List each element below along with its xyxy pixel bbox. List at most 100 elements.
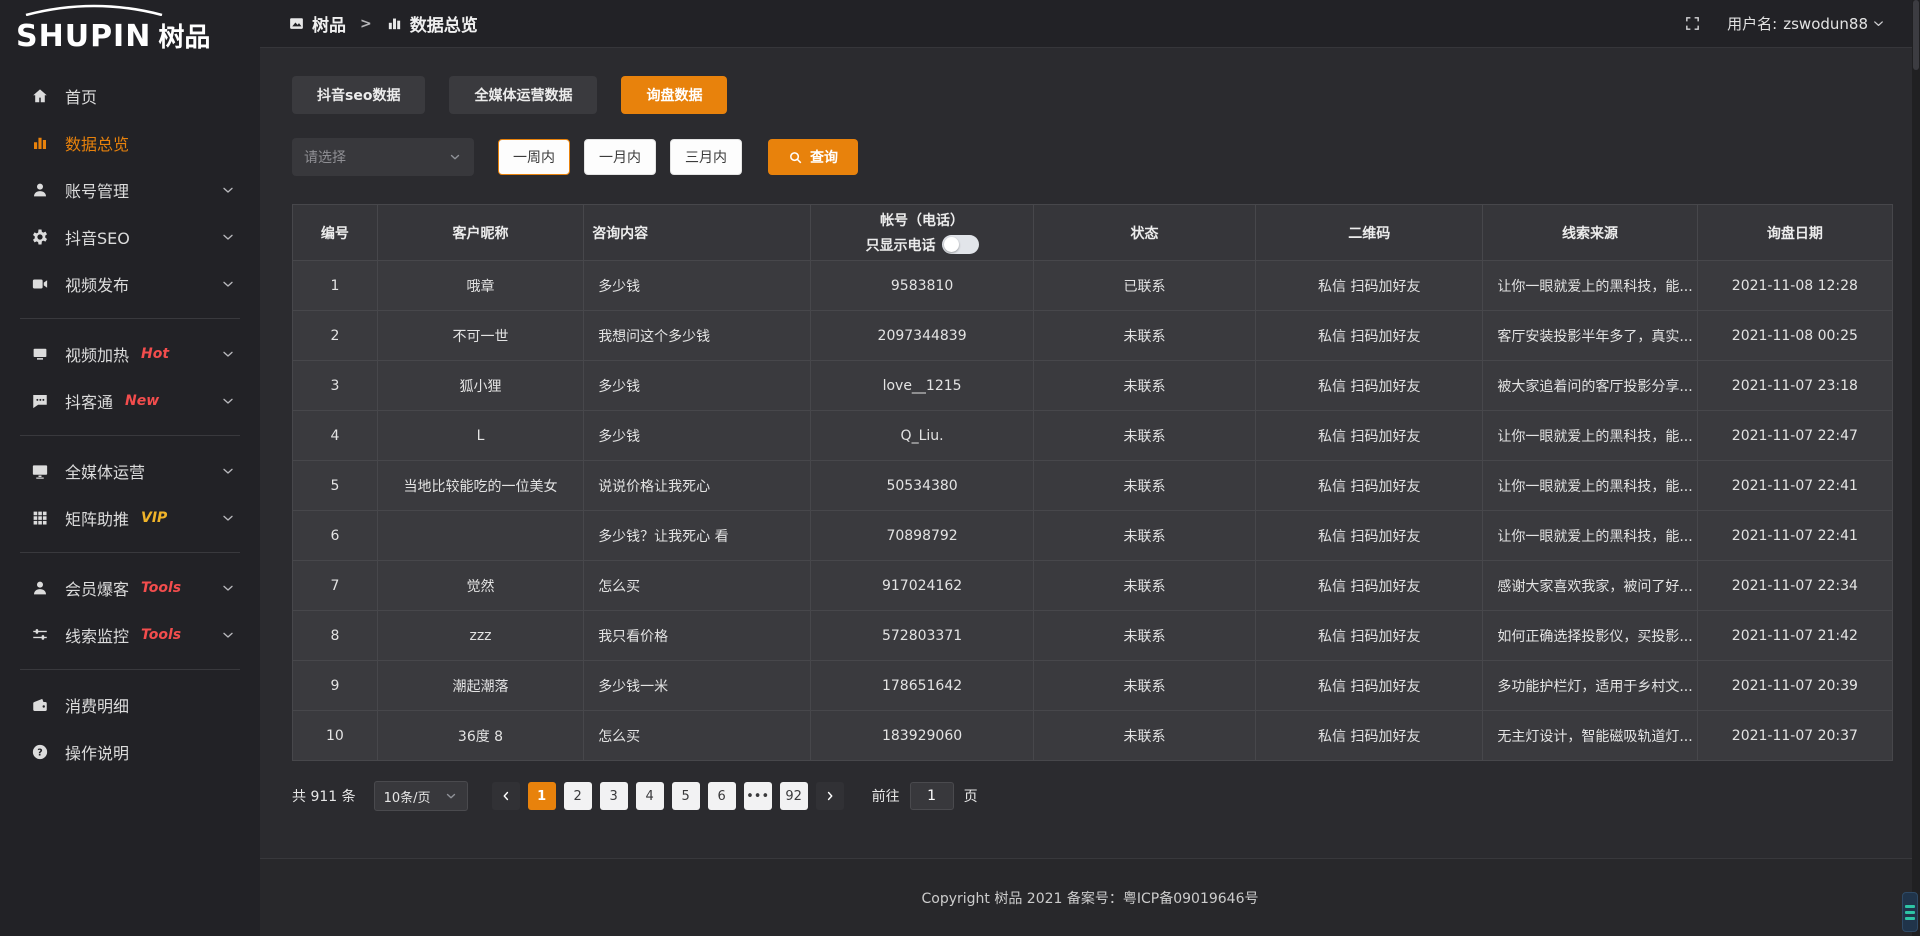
cell-source-link[interactable]: 被大家追着问的客厅投影分享... bbox=[1483, 361, 1697, 411]
page-button-3[interactable]: 3 bbox=[600, 782, 628, 810]
range-button-three-months[interactable]: 三月内 bbox=[670, 139, 742, 175]
sidebar-item-account-management[interactable]: 账号管理 bbox=[0, 166, 260, 213]
sidebar-item-home[interactable]: 首页 bbox=[0, 72, 260, 119]
sidebar-item-label: 账号管理 bbox=[65, 178, 129, 202]
svg-text:?: ? bbox=[37, 747, 42, 758]
total-count: 共 911 条 bbox=[292, 786, 356, 806]
logo-text-en: SHUPIN bbox=[16, 22, 151, 52]
page-size-select[interactable]: 10条/页 bbox=[374, 781, 468, 811]
cell-qrcode-link[interactable]: 私信 扫码加好友 bbox=[1256, 411, 1483, 461]
cell-id: 3 bbox=[293, 361, 378, 411]
breadcrumb-root[interactable]: 树品 bbox=[312, 11, 346, 36]
cell-nickname: 哦章 bbox=[377, 261, 583, 311]
username-value[interactable]: zswodun88 bbox=[1783, 15, 1868, 33]
cell-qrcode-link[interactable]: 私信 扫码加好友 bbox=[1256, 461, 1483, 511]
cell-qrcode-link[interactable]: 私信 扫码加好友 bbox=[1256, 561, 1483, 611]
goto-page-input[interactable] bbox=[910, 782, 954, 810]
tab-douyin-seo-data[interactable]: 抖音seo数据 bbox=[292, 76, 425, 114]
cell-content: 多少钱一米 bbox=[584, 661, 811, 711]
cell-source-link[interactable]: 无主灯设计，智能磁吸轨道灯... bbox=[1483, 711, 1697, 761]
sidebar-item-label: 抖客通 bbox=[65, 389, 113, 413]
sidebar-divider bbox=[20, 552, 240, 553]
cell-date: 2021-11-07 22:41 bbox=[1697, 461, 1892, 511]
sidebar-item-lead-monitor[interactable]: 线索监控Tools bbox=[0, 611, 260, 658]
table-row: 3狐小狸多少钱love__1215未联系私信 扫码加好友被大家追着问的客厅投影分… bbox=[293, 361, 1893, 411]
fullscreen-icon[interactable] bbox=[1684, 15, 1701, 32]
cell-date: 2021-11-07 20:37 bbox=[1697, 711, 1892, 761]
page-button-4[interactable]: 4 bbox=[636, 782, 664, 810]
cell-content: 多少钱 bbox=[584, 261, 811, 311]
scrollbar[interactable] bbox=[1912, 0, 1920, 936]
cell-status: 未联系 bbox=[1033, 561, 1255, 611]
cell-content: 我想问这个多少钱 bbox=[584, 311, 811, 361]
cell-source-link[interactable]: 客厅安装投影半年多了，真实... bbox=[1483, 311, 1697, 361]
range-button-one-month[interactable]: 一月内 bbox=[584, 139, 656, 175]
account-header-label: 帐号（电话） bbox=[819, 211, 1024, 232]
cell-source-link[interactable]: 让你一眼就爱上的黑科技，能... bbox=[1483, 411, 1697, 461]
table-row: 8zzz我只看价格572803371未联系私信 扫码加好友如何正确选择投影仪，买… bbox=[293, 611, 1893, 661]
sidebar-item-badge: Hot bbox=[141, 346, 169, 362]
cell-source-link[interactable]: 让你一眼就爱上的黑科技，能... bbox=[1483, 261, 1697, 311]
app-logo: SHUPIN 树品 bbox=[0, 0, 260, 58]
page-button-1[interactable]: 1 bbox=[528, 782, 556, 810]
more-pages-button[interactable]: ••• bbox=[744, 782, 772, 810]
question-icon: ? bbox=[30, 742, 50, 762]
sidebar-item-douketong[interactable]: 抖客通New bbox=[0, 377, 260, 424]
prev-page-button[interactable] bbox=[492, 782, 520, 810]
wallet-icon bbox=[30, 695, 50, 715]
search-button[interactable]: 查询 bbox=[768, 139, 858, 175]
cell-account: 178651642 bbox=[811, 661, 1033, 711]
sidebar-item-douyin-seo[interactable]: 抖音SEO bbox=[0, 213, 260, 260]
logo-arc-icon bbox=[20, 4, 168, 16]
cell-qrcode-link[interactable]: 私信 扫码加好友 bbox=[1256, 511, 1483, 561]
page-button-92[interactable]: 92 bbox=[780, 782, 808, 810]
main-content: 抖音seo数据全媒体运营数据询盘数据 请选择 一周内一月内三月内 查询 编号客户… bbox=[260, 48, 1920, 858]
sidebar-item-omni-media[interactable]: 全媒体运营 bbox=[0, 447, 260, 494]
page-size-value: 10条/页 bbox=[384, 787, 431, 806]
cell-source-link[interactable]: 让你一眼就爱上的黑科技，能... bbox=[1483, 511, 1697, 561]
cell-account: 183929060 bbox=[811, 711, 1033, 761]
cell-nickname: 潮起潮落 bbox=[377, 661, 583, 711]
filter-select[interactable]: 请选择 bbox=[292, 138, 474, 176]
chevron-down-icon bbox=[448, 150, 462, 164]
sidebar-item-member-baoke[interactable]: 会员爆客Tools bbox=[0, 564, 260, 611]
main-column: 树品 > 数据总览 用户名: zswodun88 抖音seo数据全媒体运营数据询… bbox=[260, 0, 1920, 936]
sidebar: SHUPIN 树品 首页数据总览账号管理抖音SEO视频发布视频加热Hot抖客通N… bbox=[0, 0, 260, 936]
cell-source-link[interactable]: 让你一眼就爱上的黑科技，能... bbox=[1483, 461, 1697, 511]
cell-qrcode-link[interactable]: 私信 扫码加好友 bbox=[1256, 361, 1483, 411]
page-button-6[interactable]: 6 bbox=[708, 782, 736, 810]
cell-qrcode-link[interactable]: 私信 扫码加好友 bbox=[1256, 661, 1483, 711]
cell-source-link[interactable]: 如何正确选择投影仪，买投影... bbox=[1483, 611, 1697, 661]
sidebar-item-consumption-detail[interactable]: 消费明细 bbox=[0, 681, 260, 728]
sidebar-item-matrix-boost[interactable]: 矩阵助推VIP bbox=[0, 494, 260, 541]
table-row: 6多少钱？让我死心 看70898792未联系私信 扫码加好友让你一眼就爱上的黑科… bbox=[293, 511, 1893, 561]
search-icon bbox=[788, 150, 803, 165]
sidebar-item-video-heat[interactable]: 视频加热Hot bbox=[0, 330, 260, 377]
breadcrumb: 树品 > 数据总览 bbox=[288, 11, 478, 36]
sidebar-item-video-publish[interactable]: 视频发布 bbox=[0, 260, 260, 307]
sidebar-item-data-overview[interactable]: 数据总览 bbox=[0, 119, 260, 166]
cell-status: 未联系 bbox=[1033, 411, 1255, 461]
sidebar-item-instructions[interactable]: ? 操作说明 bbox=[0, 728, 260, 775]
cell-source-link[interactable]: 感谢大家喜欢我家，被问了好... bbox=[1483, 561, 1697, 611]
chevron-down-icon[interactable] bbox=[1871, 16, 1886, 31]
range-button-one-week[interactable]: 一周内 bbox=[498, 139, 570, 175]
cell-nickname: L bbox=[377, 411, 583, 461]
phone-only-toggle[interactable] bbox=[942, 235, 979, 254]
chat-widget[interactable] bbox=[1902, 892, 1918, 932]
table-row: 1哦章多少钱9583810已联系私信 扫码加好友让你一眼就爱上的黑科技，能...… bbox=[293, 261, 1893, 311]
cell-qrcode-link[interactable]: 私信 扫码加好友 bbox=[1256, 611, 1483, 661]
cell-qrcode-link[interactable]: 私信 扫码加好友 bbox=[1256, 311, 1483, 361]
next-page-button[interactable] bbox=[816, 782, 844, 810]
sidebar-item-label: 首页 bbox=[65, 84, 97, 108]
page-button-2[interactable]: 2 bbox=[564, 782, 592, 810]
cell-qrcode-link[interactable]: 私信 扫码加好友 bbox=[1256, 711, 1483, 761]
sidebar-item-label: 操作说明 bbox=[65, 740, 129, 764]
tab-omni-media-data[interactable]: 全媒体运营数据 bbox=[449, 76, 597, 114]
page-buttons: 123456 ••• 92 bbox=[492, 782, 844, 810]
cell-source-link[interactable]: 多功能护栏灯，适用于乡村文... bbox=[1483, 661, 1697, 711]
page-button-5[interactable]: 5 bbox=[672, 782, 700, 810]
chart-icon bbox=[30, 133, 50, 153]
tab-inquiry-data[interactable]: 询盘数据 bbox=[621, 76, 727, 114]
cell-qrcode-link[interactable]: 私信 扫码加好友 bbox=[1256, 261, 1483, 311]
